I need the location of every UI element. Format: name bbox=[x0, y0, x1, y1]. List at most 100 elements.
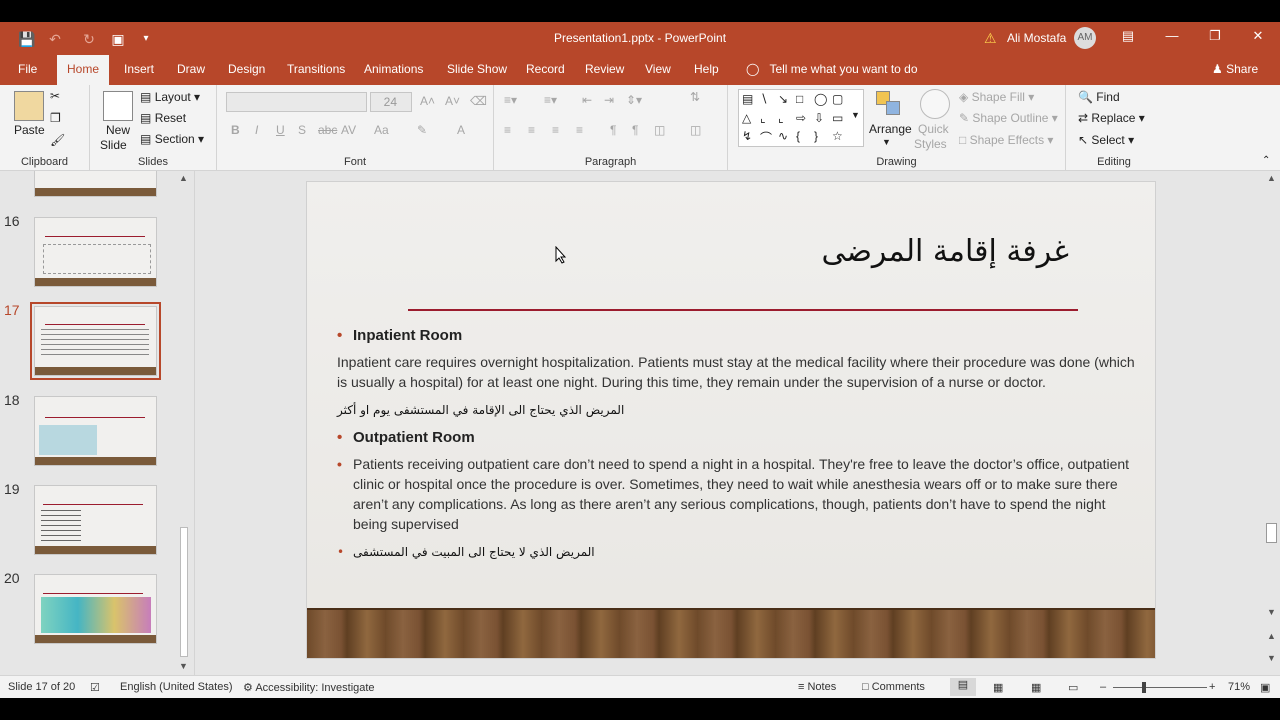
slide-thumbnail-16[interactable] bbox=[34, 217, 157, 287]
increase-indent-icon[interactable]: ⇥ bbox=[604, 93, 614, 107]
find-button[interactable]: 🔍 Find bbox=[1078, 90, 1120, 104]
bullets-icon[interactable]: ≡▾ bbox=[504, 93, 517, 107]
curve-shape-icon[interactable]: ∿ bbox=[778, 129, 788, 143]
scroll-down-icon[interactable]: ▼ bbox=[1267, 607, 1276, 617]
ribbon-display-options-icon[interactable]: ▤ bbox=[1118, 28, 1138, 44]
rtl-icon[interactable]: ¶ bbox=[632, 123, 638, 137]
oval-shape-icon[interactable]: ◯ bbox=[814, 92, 827, 106]
section-button[interactable]: ▤ Section ▾ bbox=[140, 132, 204, 146]
zoom-slider-thumb[interactable] bbox=[1142, 682, 1146, 693]
close-icon[interactable]: ✕ bbox=[1248, 28, 1268, 44]
decrease-indent-icon[interactable]: ⇤ bbox=[582, 93, 592, 107]
change-case-button[interactable]: Aa bbox=[374, 123, 389, 137]
triangle-shape-icon[interactable]: △ bbox=[742, 111, 751, 125]
tell-me-search[interactable]: ◯ Tell me what you want to do bbox=[746, 62, 918, 76]
down-arrow-shape-icon[interactable]: ⇩ bbox=[814, 111, 824, 125]
new-slide-button-line2[interactable]: Slide bbox=[100, 138, 127, 152]
shapes-more-icon[interactable]: ▼ bbox=[851, 110, 860, 120]
tab-review[interactable]: Review bbox=[585, 62, 624, 76]
font-color-button[interactable]: A bbox=[457, 123, 465, 137]
spell-check-icon[interactable]: ☑ bbox=[90, 681, 100, 694]
thumbnails-scrollbar[interactable]: ▲ ▼ bbox=[178, 171, 190, 675]
rounded-rectangle-shape-icon[interactable]: ▢ bbox=[832, 92, 843, 106]
reading-view-icon[interactable]: ▦ bbox=[1031, 681, 1041, 694]
star-shape-icon[interactable]: ☆ bbox=[832, 129, 843, 143]
text-direction-icon[interactable]: ⇅ bbox=[690, 90, 700, 104]
slide-thumbnail-20[interactable] bbox=[34, 574, 157, 644]
quick-styles-icon[interactable] bbox=[920, 89, 950, 119]
quick-styles-button-line2[interactable]: Styles bbox=[914, 137, 947, 151]
scroll-down-icon[interactable]: ▼ bbox=[179, 661, 188, 671]
accessibility-status[interactable]: ⚙ Accessibility: Investigate bbox=[243, 681, 375, 694]
replace-button[interactable]: ⇄ Replace ▾ bbox=[1078, 111, 1145, 125]
zoom-slider[interactable] bbox=[1113, 687, 1207, 688]
slide-title[interactable]: غرفة إقامة المرضى bbox=[821, 234, 1069, 269]
zoom-out-icon[interactable]: – bbox=[1100, 681, 1106, 693]
highlight-icon[interactable]: ✎ bbox=[417, 123, 427, 137]
callout-shape-icon[interactable]: ▭ bbox=[832, 111, 843, 125]
underline-button[interactable]: U bbox=[276, 123, 285, 137]
previous-slide-icon[interactable]: ▲ bbox=[1267, 631, 1276, 641]
strikethrough-button[interactable]: abc bbox=[318, 123, 337, 137]
canvas-scrollbar[interactable]: ▲ ▼ ▲ ▼ bbox=[1264, 171, 1280, 675]
tab-draw[interactable]: Draw bbox=[177, 62, 205, 76]
italic-button[interactable]: I bbox=[255, 123, 258, 137]
slide-17[interactable]: غرفة إقامة المرضى • Inpatient Room Inpati… bbox=[306, 181, 1156, 659]
ltr-icon[interactable]: ¶ bbox=[610, 123, 616, 137]
brace-right-shape-icon[interactable]: } bbox=[814, 129, 818, 143]
slide-thumbnail-15[interactable] bbox=[34, 171, 157, 197]
fit-to-window-icon[interactable]: ▣ bbox=[1260, 681, 1270, 694]
font-name-box[interactable] bbox=[226, 92, 367, 112]
paste-icon[interactable] bbox=[14, 91, 44, 121]
justify-icon[interactable]: ≡ bbox=[576, 123, 583, 137]
decrease-font-icon[interactable]: A˅ bbox=[445, 94, 460, 108]
arrange-icon[interactable] bbox=[874, 89, 904, 119]
arrange-button[interactable]: Arrange bbox=[869, 122, 912, 136]
language-status[interactable]: English (United States) bbox=[120, 681, 233, 693]
bold-button[interactable]: B bbox=[231, 123, 240, 137]
warning-icon[interactable]: ⚠ bbox=[984, 30, 997, 47]
shapes-gallery[interactable]: ▤ ∖ ↘ □ ◯ ▢ △ ⌞ ⌞ ⇨ ⇩ ▭ ↯ ⌒ ∿ { } ☆ ▼ bbox=[738, 89, 864, 147]
arrow-shape-icon[interactable]: ↘ bbox=[778, 92, 788, 106]
shape-fill-button[interactable]: ◈ Shape Fill ▾ bbox=[959, 90, 1034, 104]
new-slide-button[interactable]: New bbox=[106, 123, 130, 137]
shape-effects-button[interactable]: □ Shape Effects ▾ bbox=[959, 133, 1053, 147]
reset-button[interactable]: ▤ Reset bbox=[140, 111, 186, 125]
shape-outline-button[interactable]: ✎ Shape Outline ▾ bbox=[959, 111, 1058, 125]
font-size-box[interactable]: 24 bbox=[370, 92, 412, 112]
brace-left-shape-icon[interactable]: { bbox=[796, 129, 800, 143]
collapse-ribbon-icon[interactable]: ⌃ bbox=[1262, 155, 1270, 166]
right-arrow-shape-icon[interactable]: ⇨ bbox=[796, 111, 806, 125]
line-shape-icon[interactable]: ∖ bbox=[760, 92, 768, 106]
tab-insert[interactable]: Insert bbox=[124, 62, 154, 76]
textbox-shape-icon[interactable]: ▤ bbox=[742, 92, 753, 106]
increase-font-icon[interactable]: A˄ bbox=[420, 94, 435, 108]
tab-design[interactable]: Design bbox=[228, 62, 265, 76]
clear-formatting-icon[interactable]: ⌫ bbox=[470, 94, 487, 108]
character-spacing-button[interactable]: AV bbox=[341, 123, 356, 137]
tab-animations[interactable]: Animations bbox=[364, 62, 423, 76]
arrange-dropdown-icon[interactable]: ▼ bbox=[882, 137, 891, 147]
avatar[interactable]: AM bbox=[1074, 27, 1096, 49]
zoom-in-icon[interactable]: + bbox=[1209, 681, 1215, 693]
tab-help[interactable]: Help bbox=[694, 62, 719, 76]
tab-record[interactable]: Record bbox=[526, 62, 565, 76]
slide-thumbnail-19[interactable] bbox=[34, 485, 157, 555]
normal-view-icon[interactable]: ▤ bbox=[950, 678, 976, 696]
paste-button[interactable]: Paste bbox=[14, 123, 45, 137]
notes-button[interactable]: ≡ Notes bbox=[798, 681, 836, 693]
layout-button[interactable]: ▤ Layout ▾ bbox=[140, 90, 200, 104]
elbow-shape-icon[interactable]: ⌞ bbox=[778, 111, 784, 125]
align-left-icon[interactable]: ≡ bbox=[504, 123, 511, 137]
format-painter-icon[interactable]: 🖌 bbox=[50, 133, 65, 147]
tab-file[interactable]: File bbox=[18, 62, 37, 76]
zoom-level[interactable]: 71% bbox=[1228, 681, 1250, 693]
slideshow-view-icon[interactable]: ▭ bbox=[1068, 681, 1078, 694]
scroll-thumb[interactable] bbox=[180, 527, 188, 657]
shadow-button[interactable]: S bbox=[298, 123, 306, 137]
user-name[interactable]: Ali Mostafa bbox=[1007, 31, 1066, 45]
connector-shape-icon[interactable]: ⌞ bbox=[760, 111, 766, 125]
slide-thumbnail-18[interactable] bbox=[34, 396, 157, 466]
comments-button[interactable]: □ Comments bbox=[862, 681, 925, 693]
rectangle-shape-icon[interactable]: □ bbox=[796, 92, 803, 106]
